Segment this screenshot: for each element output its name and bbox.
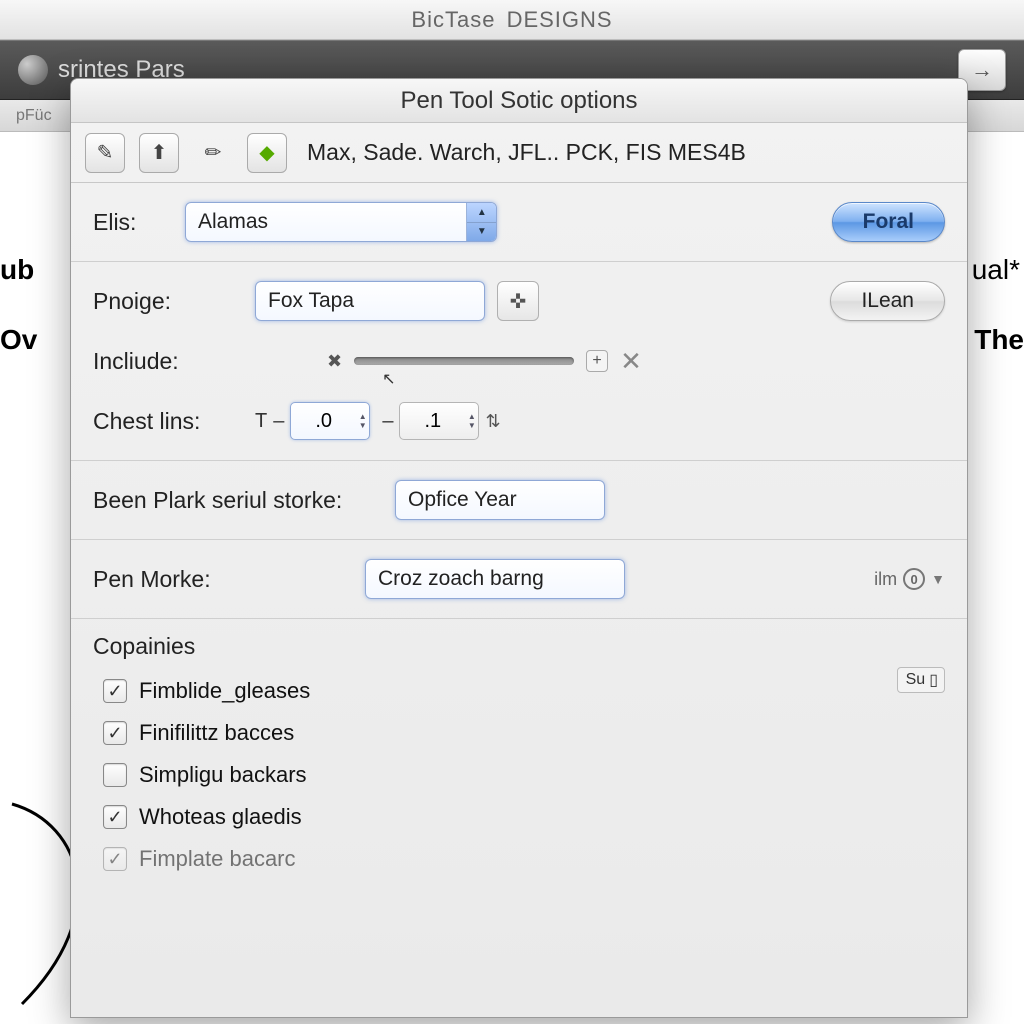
dash-icon: – (273, 410, 284, 433)
elis-label: Elis: (93, 209, 173, 236)
chest-prefix: T (255, 410, 267, 433)
bg-text-ual: ual* (972, 254, 1020, 286)
section-pen-morke: Pen Morke: ▲ ▼ ilm 0 ▼ (71, 540, 967, 619)
section-pnoige: Pnoige: ▲ ▼ ✜ ILean Incliude: ✖ ↖ (71, 262, 967, 461)
app-title-b: DESIGNS (507, 7, 613, 32)
slider-thumb-icon[interactable]: ↖ (382, 369, 395, 389)
copainies-title: Copainies (93, 633, 885, 660)
pnoige-input[interactable] (256, 289, 485, 313)
chest-b-input[interactable] (400, 410, 465, 433)
ilm-control[interactable]: ilm 0 ▼ (874, 568, 945, 590)
sub-toolbar-text: pFüc (16, 107, 52, 124)
app-title-a: BicTase (411, 7, 495, 32)
bg-text-the: The (974, 324, 1024, 356)
slider-plus-button[interactable]: + (586, 350, 608, 372)
checkbox-row: ✓ Whoteas glaedis (93, 796, 885, 838)
checkbox-label: Simpligu backars (139, 762, 307, 788)
app-title-bar: BicTase DESIGNS (0, 0, 1024, 40)
arrow-right-icon: → (971, 57, 993, 83)
checkbox-finifilittz[interactable]: ✓ (103, 721, 127, 745)
been-label: Been Plark seriul storke: (93, 487, 383, 514)
chevron-up-icon[interactable]: ▲ (467, 203, 496, 222)
pen-tool-options-dialog: Pen Tool Sotic options ✎ ⬆ ✏ ◆ Max, Sade… (70, 78, 968, 1018)
globe-icon (18, 55, 48, 85)
been-combo[interactable]: ▲ ▼ (395, 480, 605, 520)
crosshair-icon: ✜ (510, 289, 527, 314)
checkbox-simpligu[interactable] (103, 763, 127, 787)
checkbox-fimplate[interactable]: ✓ (103, 847, 127, 871)
pnoige-label: Pnoige: (93, 288, 243, 315)
dialog-title: Pen Tool Sotic options (71, 79, 967, 123)
checkbox-label: Fimblide_gleases (139, 678, 310, 704)
link-icon[interactable]: ⇅ (485, 411, 500, 432)
checkbox-row: ✓ Finifilittz bacces (93, 712, 885, 754)
chest-b-stepper[interactable]: ▲▼ (465, 412, 478, 430)
chest-b-field[interactable]: ▲▼ (399, 402, 479, 440)
tool-pencil-icon[interactable]: ✏ (193, 133, 233, 173)
chevron-down-icon: ▼ (931, 571, 945, 587)
elis-input[interactable] (186, 210, 466, 234)
checkbox-fimblide[interactable]: ✓ (103, 679, 127, 703)
su-indicator-icon: ▯ (929, 670, 938, 690)
chest-pair-b: – ▲▼ ⇅ (382, 402, 500, 440)
elis-combo[interactable]: ▲ ▼ (185, 202, 497, 242)
checkbox-label: Whoteas glaedis (139, 804, 302, 830)
ilm-value-circle: 0 (903, 568, 925, 590)
su-badge[interactable]: Su ▯ (897, 667, 945, 693)
pen-morke-label: Pen Morke: (93, 566, 353, 593)
section-elis: Elis: ▲ ▼ Foral (71, 183, 967, 262)
checkbox-row: ✓ Fimblide_gleases (93, 670, 885, 712)
section-copainies: Copainies ✓ Fimblide_gleases ✓ Finifilit… (71, 619, 967, 894)
chest-a-field[interactable]: ▲▼ (290, 402, 370, 440)
pnoige-extra-button[interactable]: ✜ (497, 281, 539, 321)
chest-a-stepper[interactable]: ▲▼ (356, 412, 369, 430)
dash-icon: – (382, 410, 393, 433)
checkbox-label: Fimplate bacarc (139, 846, 296, 872)
checkbox-label: Finifilittz bacces (139, 720, 294, 746)
checkbox-row: ✓ Fimplate bacarc (93, 838, 885, 880)
dialog-toolbar-text: Max, Sade. Warch, JFL.. PCK, FIS MES4B (307, 139, 746, 166)
pen-morke-stepper[interactable]: ▲ ▼ (624, 560, 625, 598)
chest-label: Chest lins: (93, 408, 243, 435)
plus-icon: + (592, 352, 601, 370)
pen-morke-input[interactable] (366, 567, 624, 591)
dialog-toolbar: ✎ ⬆ ✏ ◆ Max, Sade. Warch, JFL.. PCK, FIS… (71, 123, 967, 183)
foral-button[interactable]: Foral (832, 202, 945, 242)
elis-stepper[interactable]: ▲ ▼ (466, 203, 496, 241)
include-label: Incliude: (93, 348, 243, 375)
su-label: Su (906, 671, 926, 689)
include-slider-group: ✖ ↖ + ✕ (327, 346, 642, 377)
chevron-down-icon[interactable]: ▼ (467, 222, 496, 242)
pen-morke-combo[interactable]: ▲ ▼ (365, 559, 625, 599)
bg-text-ov: Ov (0, 324, 37, 356)
ilm-label: ilm (874, 569, 897, 590)
include-slider[interactable]: ↖ (354, 357, 574, 365)
checkbox-row: Simpligu backars (93, 754, 885, 796)
chest-a-input[interactable] (291, 410, 356, 433)
slider-min-icon: ✖ (327, 351, 342, 372)
checkbox-whoteas[interactable]: ✓ (103, 805, 127, 829)
pnoige-combo[interactable]: ▲ ▼ (255, 281, 485, 321)
tool-bomb-icon[interactable]: ✎ (85, 133, 125, 173)
bg-text-ub: ub (0, 254, 34, 286)
been-input[interactable] (396, 488, 605, 512)
tool-up-icon[interactable]: ⬆ (139, 133, 179, 173)
chest-pair-a: T – ▲▼ (255, 402, 370, 440)
close-x-icon[interactable]: ✕ (620, 346, 642, 377)
section-been: Been Plark seriul storke: ▲ ▼ (71, 461, 967, 540)
ilean-button[interactable]: ILean (830, 281, 945, 321)
tool-android-icon[interactable]: ◆ (247, 133, 287, 173)
